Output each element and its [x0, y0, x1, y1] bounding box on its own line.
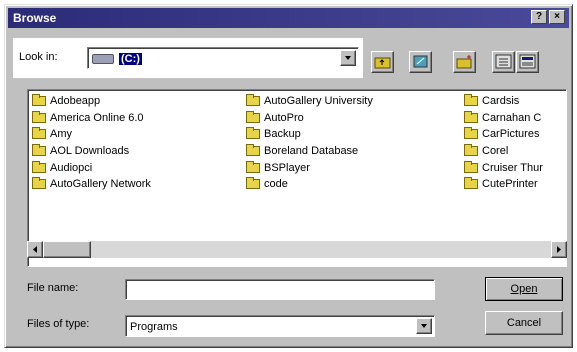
folder-icon — [32, 94, 46, 107]
list-item-label: AOL Downloads — [50, 145, 130, 158]
list-item-label: code — [264, 178, 288, 191]
look-in-value-wrap: (C:) — [92, 51, 142, 66]
list-item[interactable]: BSPlayer — [246, 159, 373, 176]
look-in-value: (C:) — [119, 52, 142, 65]
list-item-label: CarPictures — [482, 128, 540, 141]
cancel-button[interactable]: Cancel — [485, 311, 563, 335]
files-of-type-dropdown-button[interactable] — [416, 318, 432, 334]
desktop-icon — [413, 55, 428, 68]
list-item[interactable]: AutoGallery University — [246, 93, 373, 110]
scroll-thumb[interactable] — [43, 241, 91, 258]
file-column-3: Cardsis Carnahan C CarPictures Corel Cru… — [464, 93, 564, 193]
horizontal-scrollbar[interactable] — [27, 241, 567, 258]
list-item-label: Amy — [50, 128, 72, 141]
chevron-down-icon — [421, 324, 427, 328]
folder-icon — [246, 144, 260, 157]
open-button[interactable]: Open — [485, 277, 563, 301]
list-view-icon — [495, 54, 512, 69]
files-of-type-combo[interactable]: Programs — [125, 315, 435, 337]
arrow-right-icon — [557, 246, 561, 253]
files-of-type-label: Files of type: — [27, 318, 90, 330]
list-item[interactable]: AutoGallery Network — [32, 176, 151, 193]
file-column-2: AutoGallery University AutoPro Backup Bo… — [246, 93, 373, 193]
list-item[interactable]: Adobeapp — [32, 93, 151, 110]
list-item-label: AutoGallery University — [264, 95, 373, 108]
list-item-label: Corel — [482, 145, 509, 158]
list-view-button[interactable] — [492, 51, 515, 73]
details-view-button[interactable] — [516, 51, 539, 73]
look-in-dropdown-button[interactable] — [340, 50, 356, 66]
look-in-combo[interactable]: (C:) — [87, 47, 359, 69]
list-item[interactable]: Cruiser Thur — [464, 159, 564, 176]
list-item-label: AutoPro — [264, 111, 304, 124]
folder-icon — [32, 177, 46, 190]
file-name-label: File name: — [27, 282, 79, 294]
list-item-label: Adobeapp — [50, 95, 101, 108]
folder-icon — [246, 110, 260, 123]
file-column-1: Adobeapp America Online 6.0 Amy AOL Down… — [32, 93, 151, 193]
list-item[interactable]: Cardsis — [464, 93, 564, 110]
folder-icon — [246, 177, 260, 190]
help-button[interactable]: ? — [531, 10, 547, 24]
list-item[interactable]: Backup — [246, 126, 373, 143]
list-item[interactable]: Boreland Database — [246, 143, 373, 160]
title-bar[interactable]: Browse ? × — [8, 8, 569, 28]
folder-icon — [464, 127, 478, 140]
close-button[interactable]: × — [549, 10, 565, 24]
details-view-icon — [519, 54, 536, 69]
list-item[interactable]: America Online 6.0 — [32, 110, 151, 127]
list-item[interactable]: CutePrinter — [464, 176, 564, 193]
list-item-label: BSPlayer — [264, 161, 310, 174]
list-item-label: Cardsis — [482, 95, 520, 108]
list-item-label: Carnahan C — [482, 111, 542, 124]
list-item-label: Audiopci — [50, 161, 93, 174]
folder-icon — [464, 160, 478, 173]
list-item-label: AutoGallery Network — [50, 178, 151, 191]
list-item[interactable]: code — [246, 176, 373, 193]
list-item[interactable]: CarPictures — [464, 126, 564, 143]
folder-icon — [32, 160, 46, 173]
folder-icon — [464, 110, 478, 123]
folder-icon — [32, 110, 46, 123]
new-folder-icon — [456, 55, 472, 69]
scroll-left-button[interactable] — [27, 241, 43, 258]
list-item[interactable]: Carnahan C — [464, 110, 564, 127]
folder-icon — [32, 127, 46, 140]
scroll-right-button[interactable] — [551, 241, 567, 258]
drive-icon — [92, 53, 114, 64]
folder-icon — [246, 94, 260, 107]
files-of-type-value-wrap: Programs — [130, 319, 178, 334]
list-item[interactable]: Audiopci — [32, 159, 151, 176]
list-item[interactable]: AutoPro — [246, 110, 373, 127]
list-item-label: Boreland Database — [264, 145, 359, 158]
new-folder-button[interactable] — [453, 51, 476, 73]
file-name-input[interactable] — [125, 279, 435, 300]
cancel-button-label: Cancel — [506, 317, 542, 329]
files-of-type-value: Programs — [130, 320, 178, 333]
folder-icon — [246, 160, 260, 173]
list-item-label: Backup — [264, 128, 301, 141]
browse-dialog: Browse ? × Look in: (C:) Adobeapp Americ… — [4, 4, 573, 348]
folder-icon — [464, 94, 478, 107]
desktop-button[interactable] — [409, 51, 432, 73]
list-item-label: CutePrinter — [482, 178, 538, 191]
list-item-label: America Online 6.0 — [50, 111, 144, 124]
folder-icon — [464, 144, 478, 157]
look-in-label: Look in: — [19, 51, 58, 63]
look-in-row: Look in: (C:) — [13, 38, 363, 78]
open-button-label: Open — [510, 283, 538, 295]
folder-icon — [246, 127, 260, 140]
folder-icon — [32, 144, 46, 157]
window-title: Browse — [13, 11, 57, 25]
list-item[interactable]: Amy — [32, 126, 151, 143]
up-one-level-button[interactable] — [371, 51, 394, 73]
up-folder-icon — [374, 57, 391, 69]
list-item[interactable]: Corel — [464, 143, 564, 160]
folder-icon — [464, 177, 478, 190]
list-item-label: Cruiser Thur — [482, 161, 543, 174]
chevron-down-icon — [345, 56, 351, 60]
arrow-left-icon — [33, 246, 37, 253]
list-item[interactable]: AOL Downloads — [32, 143, 151, 160]
